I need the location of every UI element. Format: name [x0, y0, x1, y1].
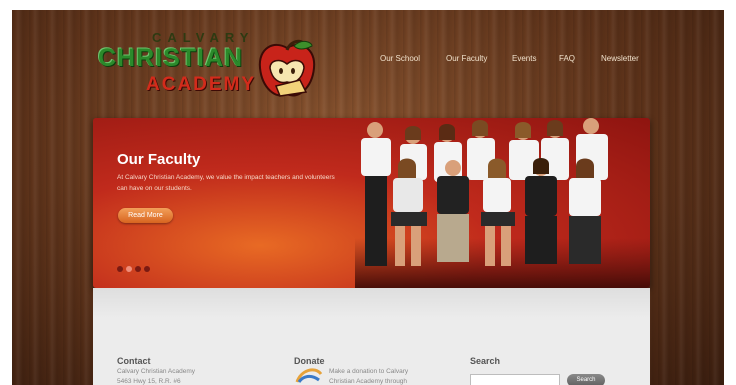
nav-item-events[interactable]: Events — [512, 54, 536, 63]
read-more-button[interactable]: Read More — [118, 208, 173, 223]
nav-item-our-faculty[interactable]: Our Faculty — [446, 54, 487, 63]
nav-item-newsletter[interactable]: Newsletter — [601, 54, 639, 63]
contact-line-1: Calvary Christian Academy — [117, 368, 196, 375]
hero-description: At Calvary Christian Academy, we value t… — [117, 174, 335, 192]
hero-slider: Our Faculty At Calvary Christian Academy… — [93, 118, 650, 288]
slider-dot[interactable] — [117, 266, 123, 272]
search-input[interactable] — [470, 374, 560, 385]
page-background: CALVARY CHRISTIAN ACADEMY Our School Our… — [12, 10, 724, 385]
slider-dot[interactable] — [144, 266, 150, 272]
search-button[interactable]: Search — [567, 374, 605, 385]
faculty-group-photo — [355, 118, 650, 288]
logo-text-christian: CHRISTIAN — [98, 44, 244, 72]
donate-line-1: Make a donation to Calvary — [329, 368, 409, 375]
search-heading: Search — [470, 356, 501, 366]
slider-dot[interactable] — [135, 266, 141, 272]
nav-item-faq[interactable]: FAQ — [559, 54, 575, 63]
donate-line-2[interactable]: Christian Academy through — [329, 377, 407, 385]
slider-dot-active[interactable] — [126, 266, 132, 272]
contact-line-2: 5463 Hwy 15, R.R. #6 — [117, 378, 181, 385]
contact-heading: Contact — [117, 356, 151, 366]
site-logo[interactable]: CALVARY CHRISTIAN ACADEMY — [98, 30, 328, 108]
logo-text-calvary: CALVARY — [152, 30, 255, 45]
main-navigation: Our School Our Faculty Events FAQ Newsle… — [370, 54, 670, 74]
donate-heading: Donate — [294, 356, 325, 366]
donate-icon — [295, 368, 323, 383]
logo-text-academy: ACADEMY — [146, 74, 257, 95]
nav-item-our-school[interactable]: Our School — [380, 54, 420, 63]
apple-logo-icon — [258, 39, 316, 97]
footer-divider-band — [93, 288, 650, 318]
hero-title: Our Faculty — [117, 151, 201, 168]
